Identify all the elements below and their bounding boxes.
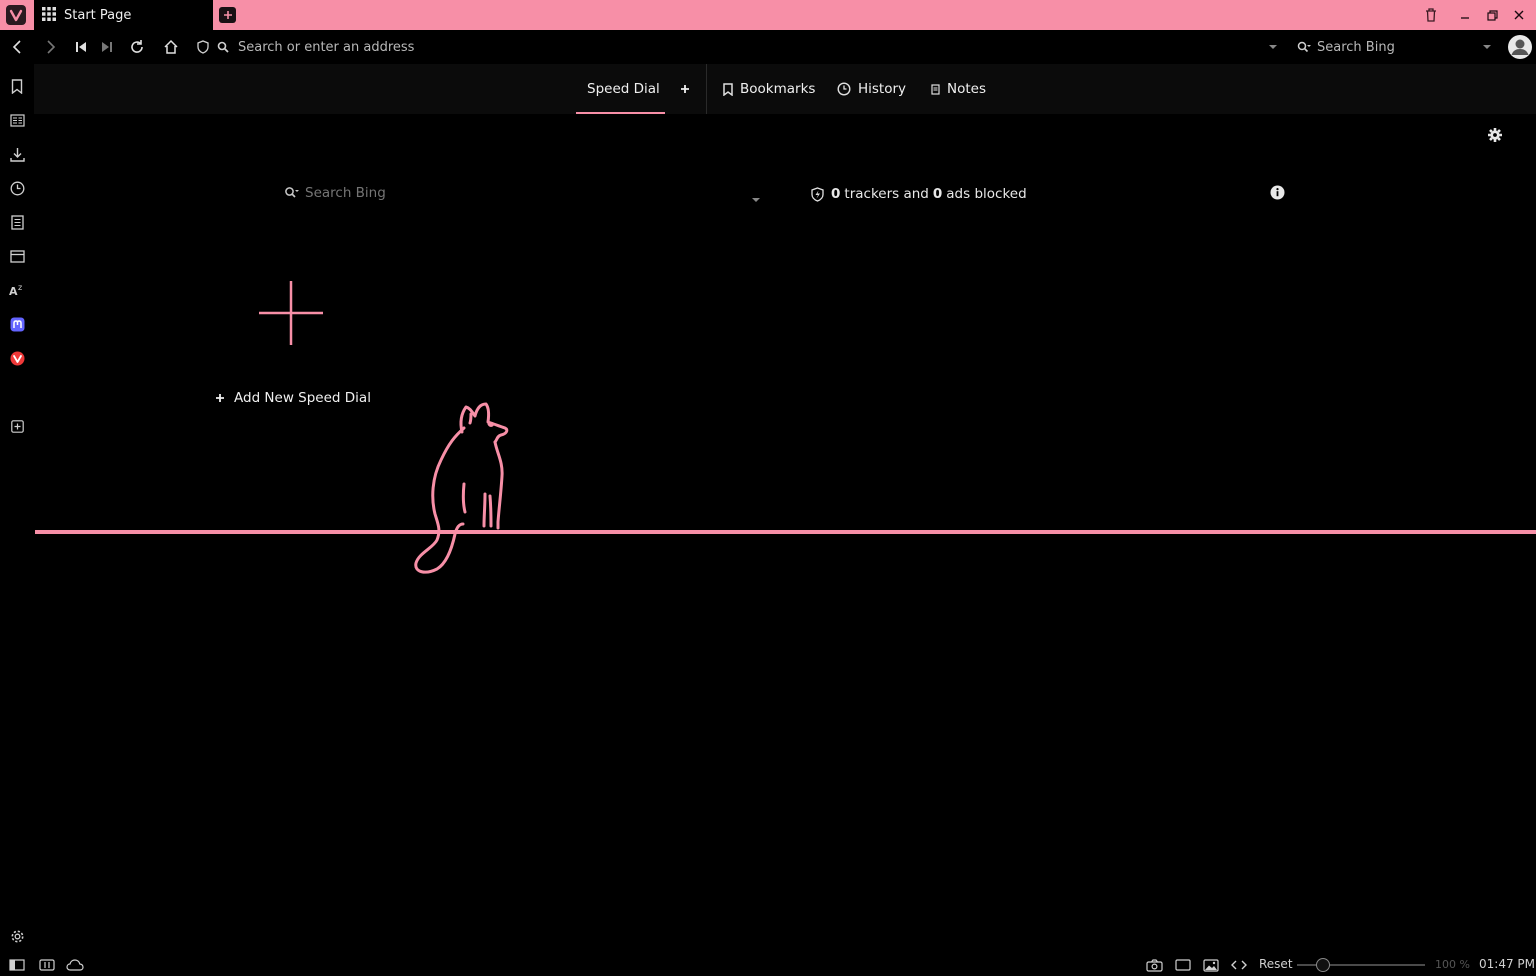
tab-tiling-icon[interactable] [38, 957, 56, 973]
tracker-blocker-status: 0 trackers and 0 ads blocked [811, 184, 1027, 204]
reload-icon[interactable] [127, 37, 147, 57]
tab-bookmarks[interactable]: Bookmarks [723, 64, 815, 114]
bookmark-icon [723, 82, 733, 96]
add-speed-dial-tile[interactable] [257, 279, 325, 347]
fast-forward-icon[interactable] [97, 37, 117, 57]
status-bar: Reset 100 % 01:47 PM [0, 954, 1536, 976]
header-divider [706, 64, 707, 114]
vivaldi-menu-icon[interactable] [6, 5, 26, 25]
history-tab-label: History [858, 81, 907, 97]
add-speed-dial-label: Add New Speed Dial [234, 390, 371, 406]
restore-icon[interactable] [1482, 5, 1502, 25]
start-page-navigation: Speed Dial Bookmarks History Notes [34, 64, 1536, 114]
tab-notes[interactable]: Notes [931, 64, 986, 114]
search-dropdown-icon[interactable] [751, 188, 761, 202]
minimize-icon[interactable] [1455, 5, 1475, 25]
grid-icon [42, 6, 56, 25]
search-engine-icon [284, 185, 300, 199]
history-icon[interactable] [7, 178, 27, 198]
add-panel-icon[interactable] [7, 416, 27, 436]
tab-start-page[interactable]: Start Page [34, 0, 213, 30]
add-speed-dial-group-button[interactable] [680, 64, 690, 114]
translate-icon[interactable]: Az [7, 280, 27, 300]
clock-icon [837, 82, 851, 96]
zoom-slider-thumb[interactable] [1316, 958, 1330, 972]
shield-icon [811, 186, 824, 202]
new-tab-button[interactable] [219, 7, 236, 23]
image-icon[interactable] [1202, 957, 1220, 973]
start-page-search-input[interactable] [305, 184, 735, 202]
cat-illustration [405, 398, 515, 578]
search-input[interactable] [1317, 38, 1477, 56]
rewind-icon[interactable] [71, 37, 91, 57]
search-icon [213, 37, 233, 57]
svg-text:A: A [9, 285, 18, 297]
cloud-sync-icon[interactable] [66, 957, 84, 973]
settings-icon[interactable] [7, 926, 27, 946]
forward-icon[interactable] [41, 37, 61, 57]
ads-text: ads blocked [946, 186, 1027, 202]
plus-icon [216, 394, 224, 402]
trackers-count: 0 [831, 186, 841, 202]
address-input[interactable] [238, 38, 1238, 56]
panel-toggle-icon[interactable] [8, 957, 26, 973]
reading-list-icon[interactable] [7, 110, 27, 130]
svg-text:z: z [18, 283, 22, 292]
tab-speed-dial[interactable]: Speed Dial [587, 64, 660, 114]
note-icon [931, 83, 940, 95]
close-icon[interactable] [1509, 5, 1529, 25]
plus-icon [259, 281, 323, 345]
profile-avatar-icon[interactable] [1507, 34, 1533, 60]
trash-icon[interactable] [1421, 5, 1441, 25]
decorative-horizon-line [35, 530, 1536, 534]
back-icon[interactable] [7, 37, 27, 57]
info-icon[interactable] [1270, 185, 1285, 200]
download-icon[interactable] [7, 144, 27, 164]
zoom-level: 100 % [1435, 958, 1470, 971]
bookmark-icon[interactable] [7, 76, 27, 96]
chevron-down-icon[interactable] [1263, 37, 1283, 57]
bookmarks-tab-label: Bookmarks [740, 81, 816, 97]
plus-icon [681, 85, 689, 93]
speed-dial-tab-label: Speed Dial [587, 81, 660, 97]
window-icon[interactable] [7, 246, 27, 266]
home-icon[interactable] [161, 37, 181, 57]
search-dropdown-icon[interactable] [1477, 37, 1497, 57]
tab-history[interactable]: History [837, 64, 906, 114]
tab-title: Start Page [64, 7, 132, 23]
active-tab-indicator [576, 112, 665, 114]
start-page-settings-icon[interactable] [1487, 127, 1505, 145]
notes-icon[interactable] [7, 212, 27, 232]
vivaldi-icon[interactable] [7, 348, 27, 368]
side-panel: Az [0, 64, 34, 954]
trackers-text: trackers and [844, 186, 929, 202]
zoom-reset-button[interactable]: Reset [1259, 957, 1293, 971]
notes-tab-label: Notes [947, 81, 986, 97]
code-icon[interactable] [1230, 957, 1248, 973]
mastodon-icon[interactable] [7, 314, 27, 334]
shield-icon[interactable] [193, 37, 213, 57]
add-new-speed-dial-button[interactable]: Add New Speed Dial [215, 389, 371, 407]
ads-count: 0 [932, 186, 943, 202]
address-bar [0, 30, 1536, 64]
search-engine-icon [1294, 37, 1314, 57]
camera-icon[interactable] [1145, 957, 1163, 973]
page-tiling-icon[interactable] [1174, 957, 1192, 973]
title-bar: Start Page [0, 0, 1536, 30]
clock: 01:47 PM [1479, 957, 1535, 971]
